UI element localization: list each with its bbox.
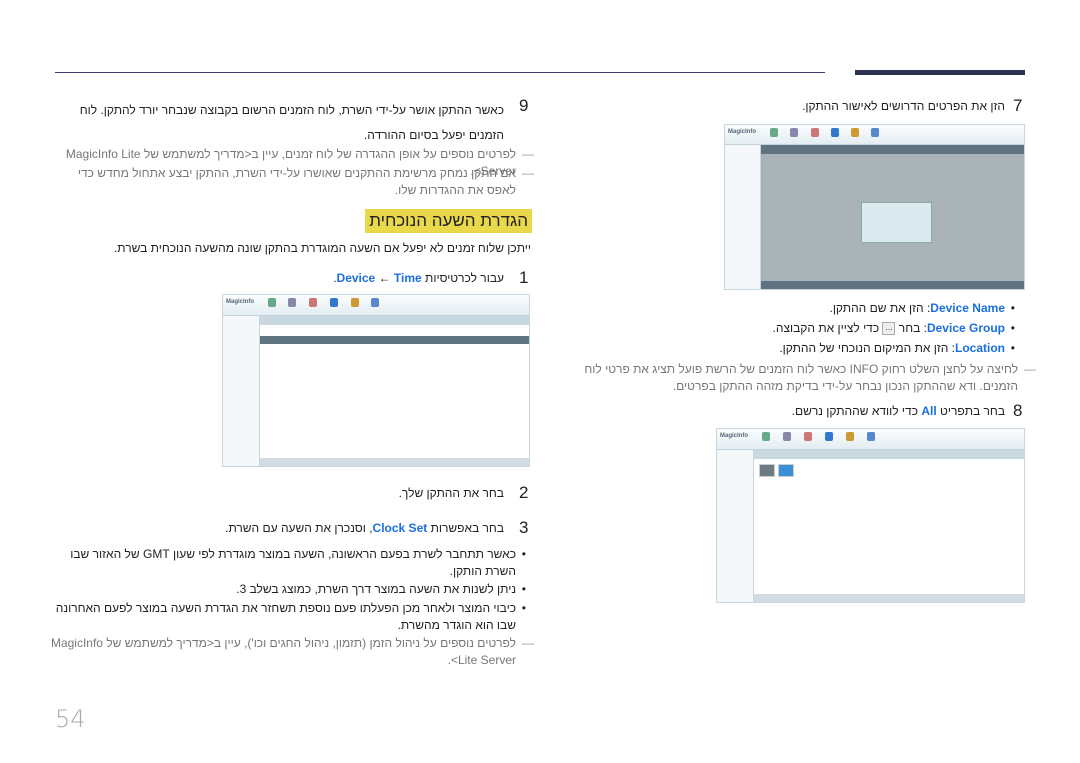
magicinfo-logo: MagicInfo (720, 433, 748, 439)
note: לפרטים נוספים על ניהול הזמן (תזמון, ניהו… (46, 635, 534, 669)
step-2-text: בחר את ההתקן שלך. (398, 486, 504, 500)
bullet-location: Location: הזן את המיקום הנוכחי של ההתקן. (585, 340, 1015, 357)
bullet: ניתן לשנות את השעה במוצר דרך השרת, כמוצג… (46, 581, 526, 598)
magicinfo-logo: MagicInfo (226, 299, 254, 305)
step-8-text: בחר בתפריט All כדי לוודא שההתקן נרשם. (791, 404, 1005, 418)
step-number: 1 (519, 268, 529, 287)
ellipsis-button-icon: … (882, 322, 896, 336)
magicinfo-logo: MagicInfo (728, 129, 756, 135)
intro-text: ייתכן שלוח זמנים לא יפעל אם השעה המוגדרת… (113, 241, 531, 255)
approve-dialog (860, 202, 932, 243)
bullet: כאשר תתחבר לשרת בפעם הראשונה, השעה במוצר… (46, 546, 526, 580)
step-number: 2 (519, 483, 529, 502)
header-rule (55, 72, 825, 73)
note: אם התקן נמחק מרשימת ההתקנים שאושרו על-יד… (56, 165, 534, 199)
bullet-device-group: Device Group: בחר … כדי לציין את הקבוצה. (585, 320, 1015, 337)
bullet: כיבוי המוצר ולאחר מכן הפעלתו פעם נוספת ת… (36, 600, 526, 634)
step-number: 7 (1013, 96, 1023, 115)
step-number: 9 (519, 96, 529, 115)
bullet-device-name: Device Name: הזן את שם ההתקן. (585, 300, 1015, 317)
section-heading: הגדרת השעה הנוכחית (365, 209, 532, 233)
note-info: לחיצה על לחצן השלט רחוק INFO כאשר לוח הז… (558, 361, 1036, 395)
header-bar (855, 70, 1025, 75)
step-9-text: כאשר ההתקן אושר על-ידי השרת, לוח הזמנים … (79, 103, 504, 142)
step-3-text: בחר באפשרות Clock Set, וסנכרן את השעה עם… (225, 521, 504, 535)
screenshot-device-all: MagicInfo (716, 428, 1025, 603)
step-number: 8 (1013, 401, 1023, 420)
step-number: 3 (519, 518, 529, 537)
step-7-text: הזן את הפרטים הדרושים לאישור ההתקן. (802, 99, 1005, 113)
step-1-text: עבור לכרטיסיות Device ← Time. (333, 271, 504, 285)
screenshot-approve-device: MagicInfo (724, 124, 1025, 290)
screenshot-device-time: MagicInfo (222, 294, 530, 467)
page-number: 54 (55, 705, 86, 733)
